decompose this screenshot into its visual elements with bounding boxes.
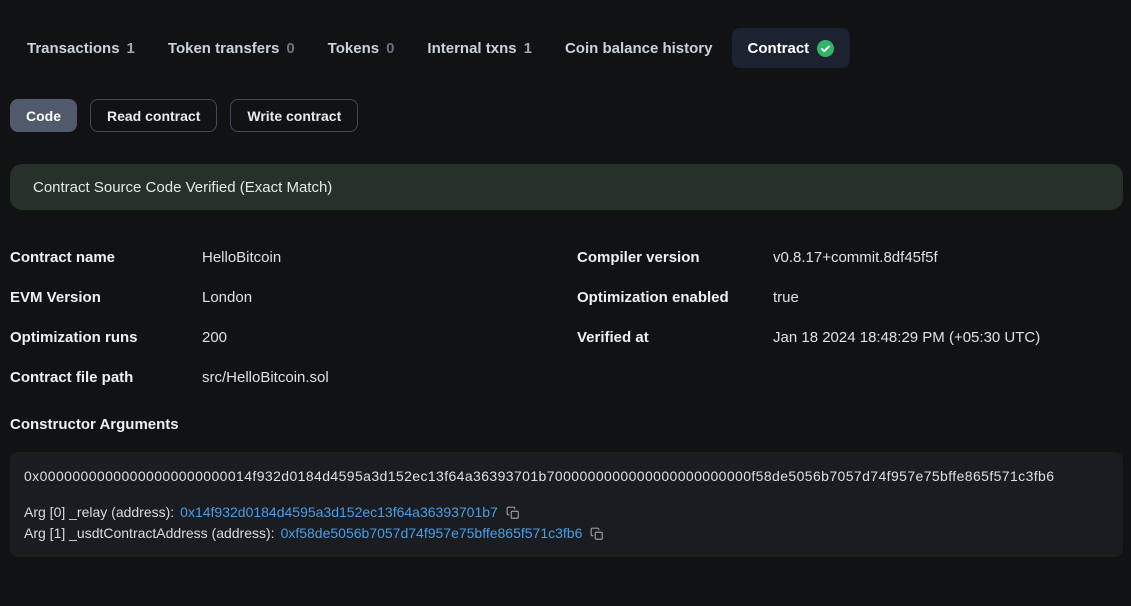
tab-token-transfers[interactable]: Token transfers 0 <box>168 40 295 57</box>
contract-subtabs: Code Read contract Write contract <box>0 99 1131 132</box>
read-contract-button[interactable]: Read contract <box>90 99 217 132</box>
info-label-compiler-version: Compiler version <box>577 249 773 266</box>
address-link[interactable]: 0xf58de5056b7057d74f957e75bffe865f571c3f… <box>281 523 583 544</box>
check-circle-icon <box>817 40 834 57</box>
tab-label: Internal txns <box>427 40 516 57</box>
constructor-arguments-heading: Constructor Arguments <box>10 416 1131 433</box>
verified-banner: Contract Source Code Verified (Exact Mat… <box>10 164 1123 210</box>
address-link[interactable]: 0x14f932d0184d4595a3d152ec13f64a36393701… <box>180 502 498 523</box>
info-value-contract-name: HelloBitcoin <box>202 249 577 266</box>
info-label-evm-version: EVM Version <box>10 289 202 306</box>
copy-icon[interactable] <box>506 506 520 520</box>
tab-count: 0 <box>386 40 394 57</box>
info-value-optimization-runs: 200 <box>202 329 577 346</box>
tab-coin-balance-history[interactable]: Coin balance history <box>565 40 713 57</box>
constructor-arg-1: Arg [1] _usdtContractAddress (address): … <box>24 523 1109 544</box>
tab-label: Tokens <box>328 40 379 57</box>
verified-banner-text: Contract Source Code Verified (Exact Mat… <box>33 179 332 196</box>
tab-count: 1 <box>524 40 532 57</box>
info-value-contract-file-path: src/HelloBitcoin.sol <box>202 369 577 386</box>
info-value-evm-version: London <box>202 289 577 306</box>
info-value-compiler-version: v0.8.17+commit.8df45f5f <box>773 249 1131 266</box>
code-button[interactable]: Code <box>10 99 77 132</box>
tab-label: Transactions <box>27 40 120 57</box>
arg-prefix: Arg [0] _relay (address): <box>24 502 174 523</box>
write-contract-button[interactable]: Write contract <box>230 99 358 132</box>
info-label-verified-at: Verified at <box>577 329 773 346</box>
tab-tokens[interactable]: Tokens 0 <box>328 40 395 57</box>
info-value-verified-at: Jan 18 2024 18:48:29 PM (+05:30 UTC) <box>773 329 1131 346</box>
contract-info-grid: Contract name HelloBitcoin Compiler vers… <box>0 237 1131 397</box>
tab-count: 0 <box>286 40 294 57</box>
info-label-contract-name: Contract name <box>10 249 202 266</box>
tab-count: 1 <box>127 40 135 57</box>
info-label-optimization-runs: Optimization runs <box>10 329 202 346</box>
tab-label: Token transfers <box>168 40 279 57</box>
constructor-arg-0: Arg [0] _relay (address): 0x14f932d0184d… <box>24 502 1109 523</box>
decoded-args-list: Arg [0] _relay (address): 0x14f932d0184d… <box>24 502 1109 544</box>
constructor-arguments-box: 0x00000000000000000000000014f932d0184d45… <box>10 452 1123 557</box>
info-value-optimization-enabled: true <box>773 289 1131 306</box>
info-label-optimization-enabled: Optimization enabled <box>577 289 773 306</box>
info-label-contract-file-path: Contract file path <box>10 369 202 386</box>
arg-prefix: Arg [1] _usdtContractAddress (address): <box>24 523 275 544</box>
raw-constructor-args: 0x00000000000000000000000014f932d0184d45… <box>24 468 1109 484</box>
tab-label: Contract <box>748 40 810 57</box>
tab-internal-txns[interactable]: Internal txns 1 <box>427 40 532 57</box>
tab-label: Coin balance history <box>565 40 713 57</box>
copy-icon[interactable] <box>590 527 604 541</box>
tab-transactions[interactable]: Transactions 1 <box>27 40 135 57</box>
tab-contract[interactable]: Contract <box>732 28 851 68</box>
tab-bar: Transactions 1 Token transfers 0 Tokens … <box>0 28 1131 68</box>
